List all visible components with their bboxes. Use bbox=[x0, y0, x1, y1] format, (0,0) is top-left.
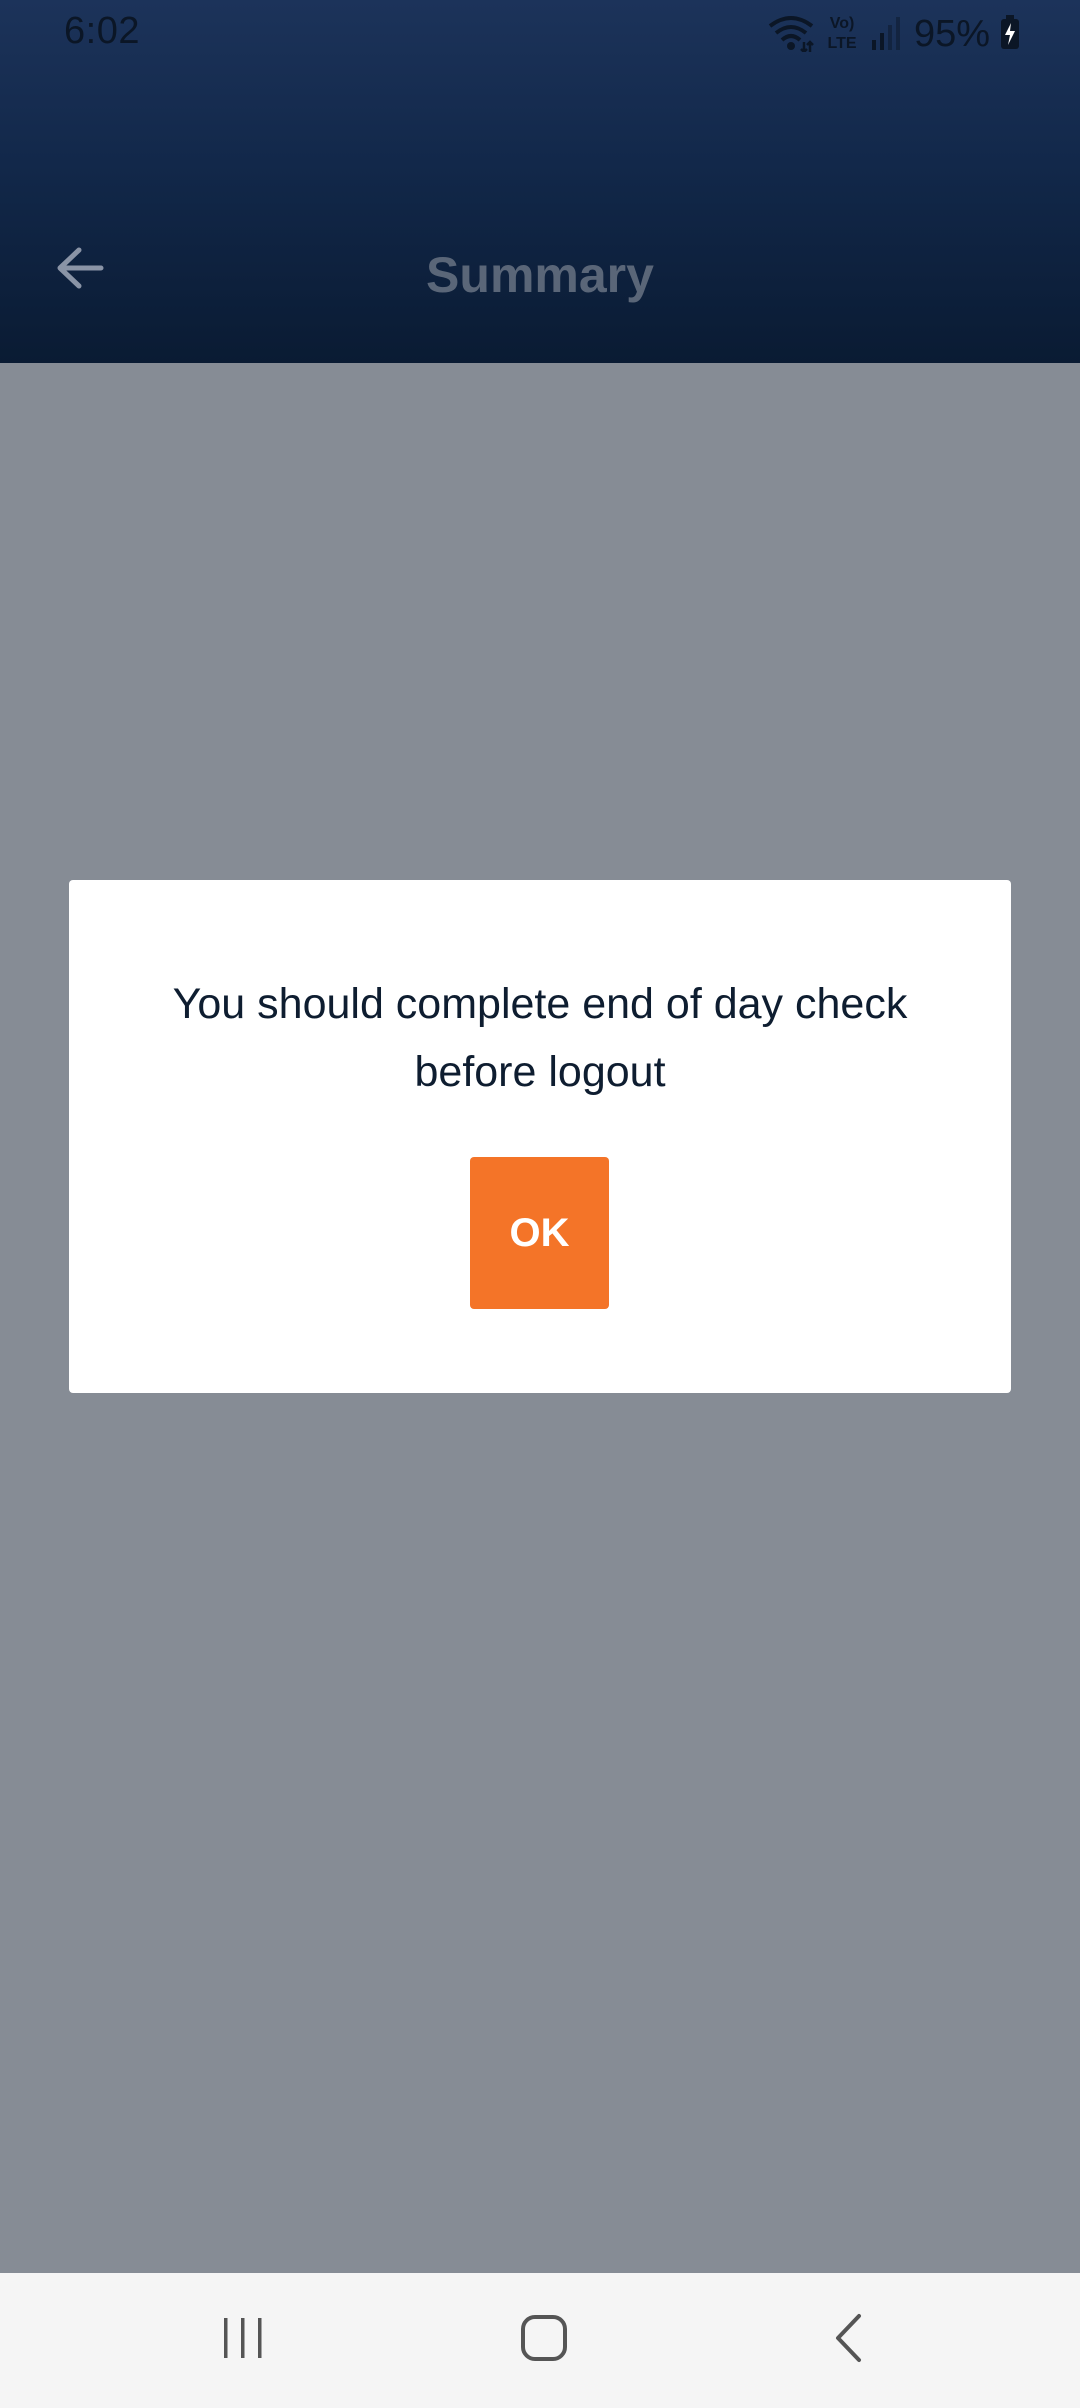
ok-button[interactable]: OK bbox=[470, 1157, 609, 1309]
status-bar: 6:02 Vo) LTE 95% bbox=[0, 0, 1080, 70]
recent-apps-icon bbox=[220, 2316, 266, 2365]
svg-text:LTE: LTE bbox=[827, 35, 856, 52]
recent-apps-button[interactable] bbox=[183, 2293, 303, 2388]
battery-percentage: 95% bbox=[913, 12, 990, 55]
battery-charging-icon bbox=[1000, 14, 1020, 54]
wifi-icon bbox=[768, 12, 814, 57]
signal-icon bbox=[870, 14, 904, 55]
alert-dialog: You should complete end of day check bef… bbox=[69, 880, 1011, 1393]
status-time: 6:02 bbox=[64, 10, 140, 52]
home-button[interactable] bbox=[484, 2293, 604, 2388]
screen: 6:02 Vo) LTE 95% Summary You should comp… bbox=[0, 0, 1080, 2408]
back-icon bbox=[833, 2313, 863, 2368]
home-icon bbox=[520, 2314, 568, 2367]
svg-text:Vo): Vo) bbox=[830, 15, 855, 32]
dialog-message: You should complete end of day check bef… bbox=[172, 980, 908, 1096]
toolbar: Summary bbox=[0, 210, 1080, 330]
page-title: Summary bbox=[426, 247, 654, 303]
status-icons: Vo) LTE 95% bbox=[768, 12, 1020, 56]
volte-icon: Vo) LTE bbox=[824, 12, 860, 57]
app-header: 6:02 Vo) LTE 95% Summary bbox=[0, 0, 1080, 363]
system-nav-bar bbox=[0, 2273, 1080, 2408]
system-back-button[interactable] bbox=[788, 2293, 908, 2388]
